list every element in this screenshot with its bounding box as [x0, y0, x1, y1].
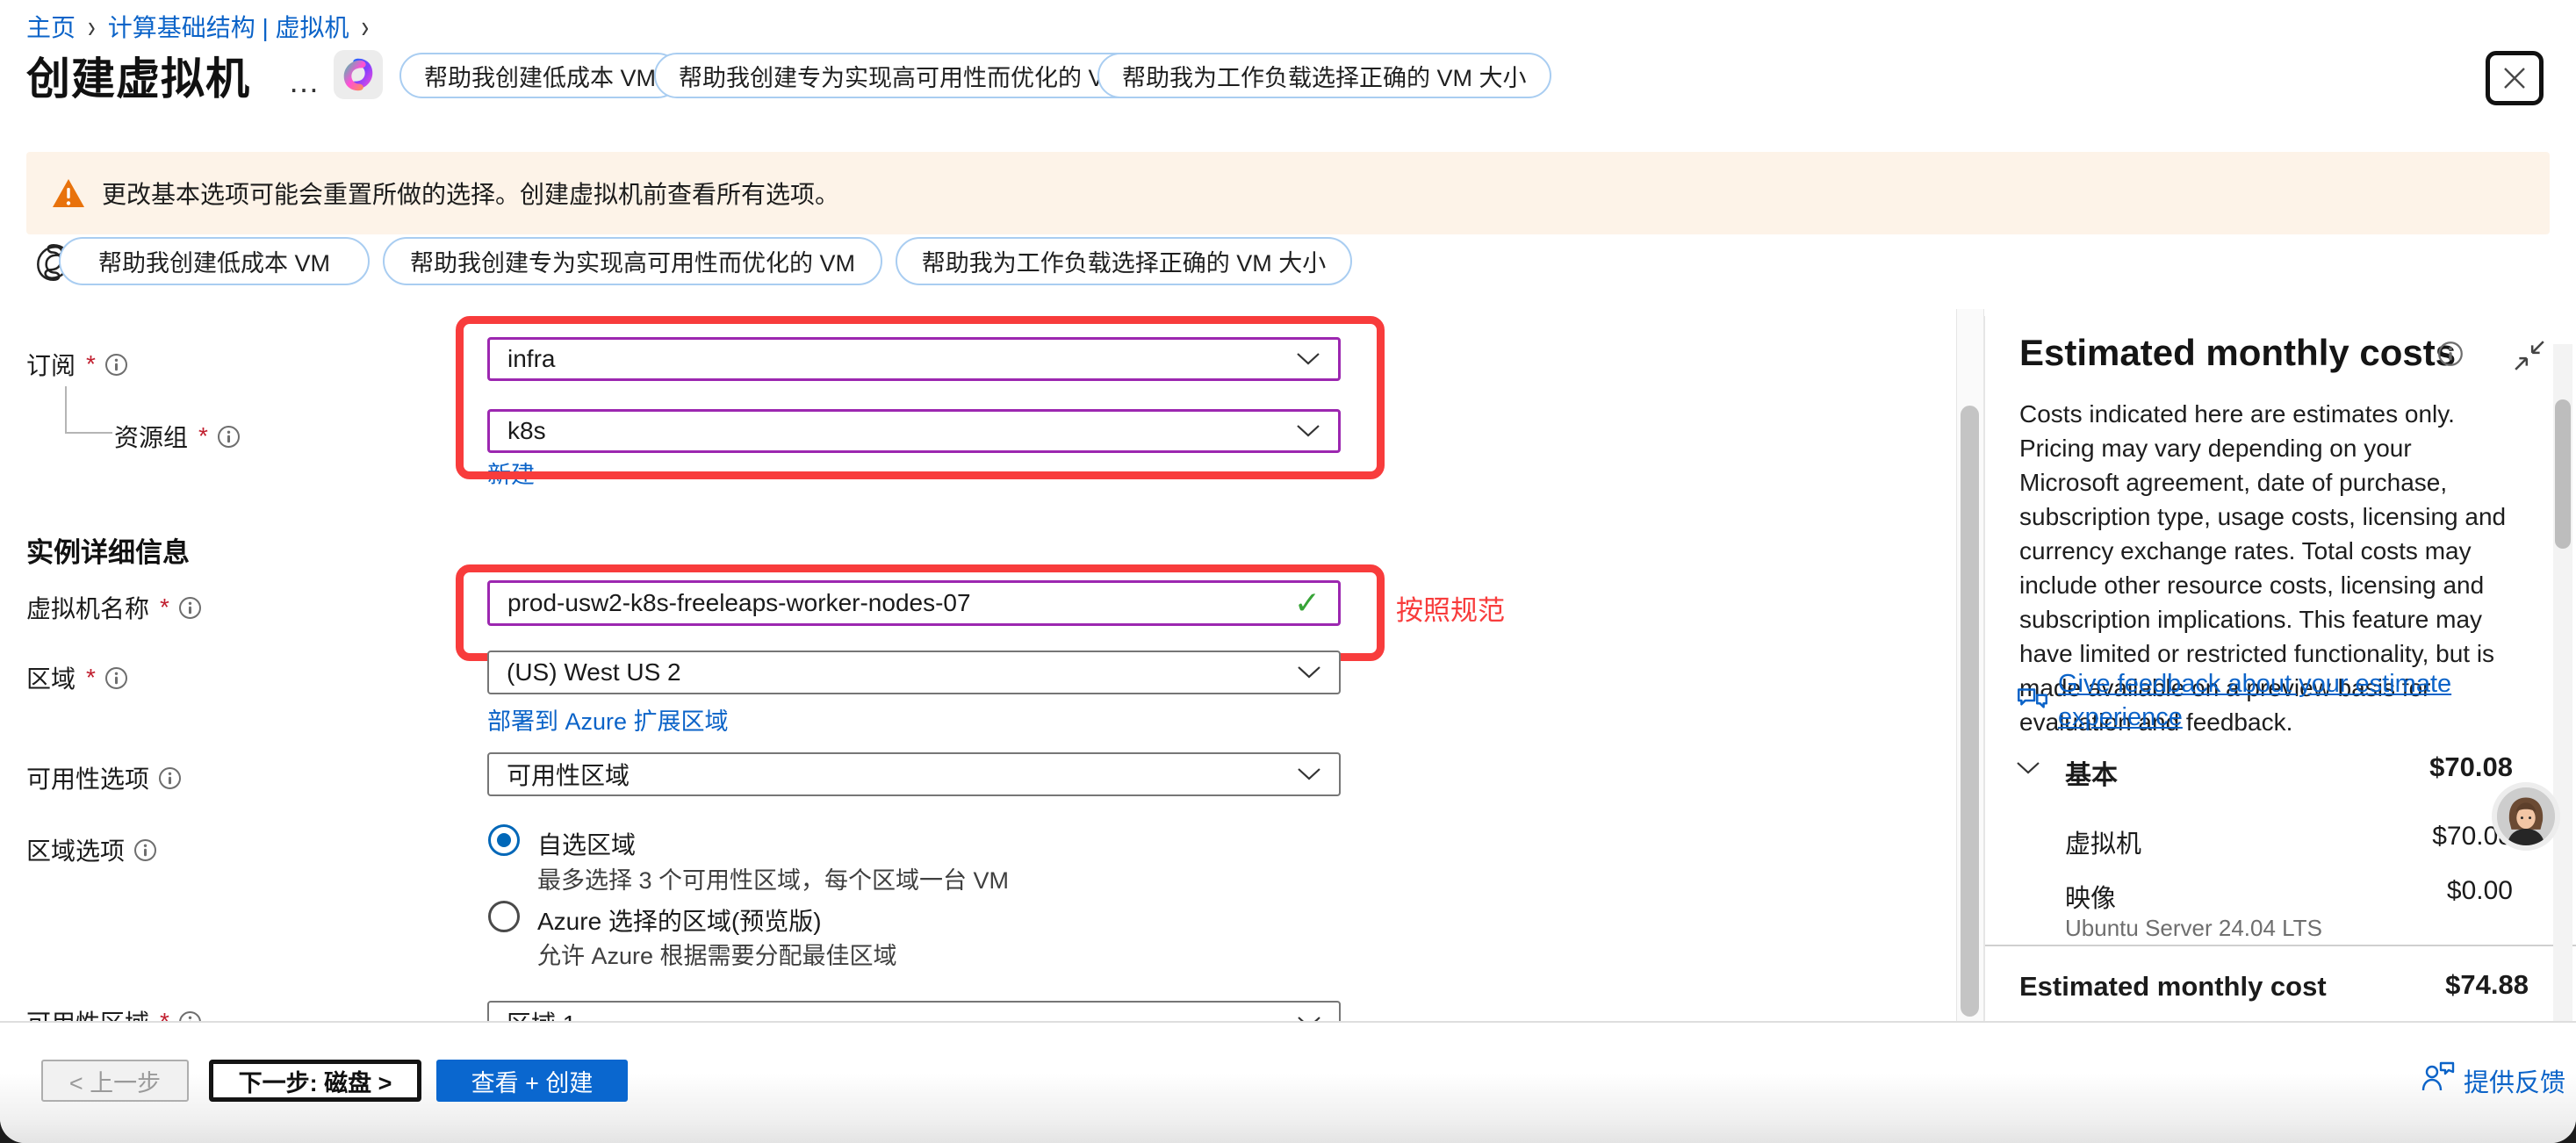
- annotation-text: 按照规范: [1396, 588, 1505, 628]
- panel-scrollbar-thumb[interactable]: [2555, 399, 2571, 549]
- radio-azure-selected-zones-description: 允许 Azure 根据需要分配最佳区域: [537, 937, 897, 971]
- total-cost-amount: $74.88: [2299, 969, 2529, 1001]
- cost-group-name[interactable]: 基本: [2065, 753, 2118, 792]
- info-icon[interactable]: [133, 838, 157, 862]
- subscription-select[interactable]: infra: [487, 337, 1341, 381]
- copilot-button[interactable]: [334, 50, 383, 99]
- availability-zone-row: 可用性区域* 区域 1: [0, 990, 1956, 1021]
- chevron-down-icon: [1297, 767, 1321, 781]
- instance-details-heading: 实例详细信息: [26, 530, 190, 570]
- create-vm-page: 主页 › 计算基础结构 | 虚拟机 › 创建虚拟机 … 帮助我创建低成本 VM …: [0, 0, 2576, 1143]
- info-icon[interactable]: [178, 1010, 202, 1022]
- info-icon[interactable]: [2437, 341, 2464, 367]
- copilot-icon: [338, 54, 378, 95]
- resource-group-select[interactable]: k8s: [487, 409, 1341, 453]
- panel-divider: [1984, 316, 1985, 1021]
- radio-azure-selected-zones[interactable]: [488, 901, 520, 932]
- copilot-suggestion-low-cost[interactable]: 帮助我创建低成本 VM: [399, 53, 680, 98]
- cost-item-image-name: 映像: [2065, 878, 2116, 915]
- availability-options-value: 可用性区域: [507, 757, 630, 792]
- breadcrumb-separator-icon: ›: [88, 7, 96, 45]
- subscription-value: infra: [507, 345, 555, 373]
- availability-zone-value: 区域 1: [507, 1005, 576, 1021]
- main-scrollbar-thumb[interactable]: [1961, 406, 1979, 1017]
- warning-icon: [51, 177, 86, 209]
- review-create-button[interactable]: 查看 + 创建: [436, 1060, 628, 1102]
- page-title: 创建虚拟机: [26, 44, 250, 107]
- avatar-image: [2497, 787, 2555, 845]
- cost-panel-title: Estimated monthly costs: [2019, 332, 2456, 374]
- availability-options-select[interactable]: 可用性区域: [487, 752, 1341, 796]
- chevron-down-icon: [1297, 665, 1321, 679]
- availability-zone-label: 可用性区域*: [26, 1004, 202, 1021]
- availability-zone-select[interactable]: 区域 1: [487, 1001, 1341, 1021]
- subscription-label: 订阅*: [26, 347, 128, 382]
- vm-name-value: prod-usw2-k8s-freeleaps-worker-nodes-07: [507, 589, 971, 617]
- tree-connector: [65, 386, 67, 432]
- estimate-feedback-link[interactable]: Give feedback about your estimate experi…: [2058, 667, 2532, 734]
- cost-item-vm-name: 虚拟机: [2065, 823, 2141, 860]
- breadcrumb-compute-link[interactable]: 计算基础结构 | 虚拟机: [108, 9, 349, 44]
- warning-banner: 更改基本选项可能会重置所做的选择。创建虚拟机前查看所有选项。: [26, 152, 2550, 234]
- breadcrumb-home-link[interactable]: 主页: [26, 9, 76, 44]
- cost-item-image-note: Ubuntu Server 24.04 LTS: [2065, 915, 2322, 942]
- cost-divider: [1985, 945, 2576, 946]
- valid-check-icon: ✓: [1294, 585, 1320, 622]
- close-icon: [2500, 63, 2529, 93]
- create-new-resource-group-link[interactable]: 新建: [487, 456, 535, 490]
- chevron-down-icon[interactable]: [2016, 760, 2040, 776]
- collapse-panel-icon[interactable]: [2513, 339, 2546, 372]
- region-value: (US) West US 2: [507, 658, 681, 687]
- suggestion-vm-size-button[interactable]: 帮助我为工作负载选择正确的 VM 大小: [896, 237, 1352, 285]
- zone-options-label: 区域选项: [26, 832, 157, 867]
- info-icon[interactable]: [217, 425, 241, 449]
- previous-button[interactable]: < 上一步: [41, 1060, 189, 1102]
- radio-azure-selected-zones-label: Azure 选择的区域(预览版): [537, 902, 822, 938]
- info-icon[interactable]: [178, 596, 202, 620]
- next-disks-button[interactable]: 下一步: 磁盘 >: [209, 1060, 421, 1102]
- radio-self-selected-zones-description: 最多选择 3 个可用性区域，每个区域一台 VM: [537, 861, 1009, 895]
- avatar[interactable]: [2492, 782, 2560, 851]
- chevron-down-icon: [1296, 352, 1320, 366]
- suggestion-low-cost-button[interactable]: 帮助我创建低成本 VM: [59, 237, 370, 285]
- availability-options-label: 可用性选项: [26, 760, 182, 795]
- more-options-button[interactable]: …: [288, 63, 321, 100]
- provide-feedback-link[interactable]: 提供反馈: [2464, 1062, 2565, 1099]
- chevron-down-icon: [1296, 424, 1320, 438]
- region-label: 区域*: [26, 660, 128, 695]
- total-cost-label: Estimated monthly cost: [2019, 971, 2327, 1003]
- copilot-suggestion-high-availability[interactable]: 帮助我创建专为实现高可用性而优化的 VM: [654, 53, 1148, 98]
- radio-self-selected-zones[interactable]: [488, 824, 520, 856]
- info-icon[interactable]: [104, 353, 128, 377]
- feedback-person-icon: [2420, 1059, 2457, 1094]
- info-icon[interactable]: [158, 766, 182, 790]
- tree-connector: [65, 432, 112, 434]
- cost-item-vm-amount: $70.08: [2283, 822, 2513, 852]
- copilot-suggestion-vm-size[interactable]: 帮助我为工作负载选择正确的 VM 大小: [1097, 53, 1551, 98]
- feedback-chat-icon: [2014, 681, 2051, 718]
- suggestion-high-availability-button[interactable]: 帮助我创建专为实现高可用性而优化的 VM: [383, 237, 882, 285]
- resource-group-value: k8s: [507, 417, 546, 445]
- extended-zones-link[interactable]: 部署到 Azure 扩展区域: [487, 702, 729, 737]
- warning-text: 更改基本选项可能会重置所做的选择。创建虚拟机前查看所有选项。: [102, 176, 839, 211]
- info-icon[interactable]: [104, 666, 128, 690]
- vm-name-label: 虚拟机名称*: [26, 590, 202, 625]
- radio-self-selected-zones-label: 自选区域: [537, 826, 636, 861]
- cost-item-image-amount: $0.00: [2283, 876, 2513, 906]
- region-select[interactable]: (US) West US 2: [487, 651, 1341, 694]
- close-button[interactable]: [2486, 51, 2544, 105]
- resource-group-label: 资源组*: [114, 419, 241, 454]
- breadcrumb-separator-icon: ›: [362, 7, 370, 45]
- cost-group-amount: $70.08: [2283, 751, 2513, 783]
- vm-name-input[interactable]: prod-usw2-k8s-freeleaps-worker-nodes-07 …: [487, 580, 1341, 626]
- breadcrumb: 主页 › 计算基础结构 | 虚拟机 ›: [26, 9, 369, 44]
